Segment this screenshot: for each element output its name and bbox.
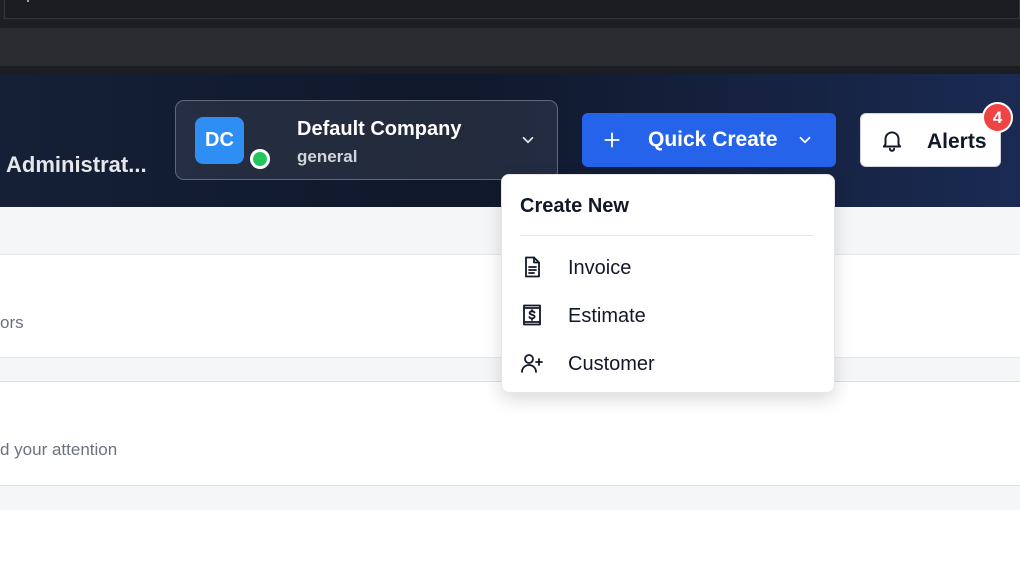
company-switcher[interactable]: DC Default Company general [175, 100, 558, 180]
company-name: Default Company [297, 118, 462, 140]
receipt-dollar-icon [523, 304, 541, 326]
company-subtitle: general [297, 147, 358, 166]
menu-item-label: Estimate [568, 305, 646, 327]
quick-create-button[interactable]: Quick Create [582, 113, 836, 167]
browser-separator [0, 66, 1020, 74]
document-icon [525, 256, 540, 278]
menu-item-invoice[interactable]: Invoice [502, 245, 836, 291]
chevron-down-icon [799, 136, 811, 144]
browser-toolbar [0, 20, 1020, 66]
dropdown-heading: Create New [520, 195, 629, 217]
dropdown-divider [520, 235, 814, 236]
chevron-down-icon [522, 136, 534, 144]
menu-item-estimate[interactable]: Estimate [502, 293, 836, 339]
attention-panel: d your attention [0, 381, 1020, 486]
menu-item-label: Invoice [568, 257, 632, 279]
company-avatar: DC [195, 117, 244, 164]
quick-create-label: Quick Create [648, 128, 778, 151]
bell-icon [882, 131, 902, 152]
user-plus-icon [521, 354, 543, 373]
page-title: Administrat... [6, 152, 147, 177]
browser-tab-strip [0, 0, 1020, 20]
text-caret [27, 0, 29, 2]
panel-text: ors [0, 313, 24, 332]
alerts-count-badge: 4 [982, 102, 1013, 133]
menu-item-label: Customer [568, 353, 655, 375]
panel-text: d your attention [0, 440, 118, 459]
menu-item-customer[interactable]: Customer [502, 341, 836, 387]
content-footer-area [0, 510, 1020, 568]
alerts-label: Alerts [927, 130, 987, 153]
browser-address-bar[interactable] [4, 0, 1020, 19]
plus-icon [604, 132, 620, 148]
alerts-button[interactable]: Alerts [860, 113, 1001, 167]
online-status-dot [250, 149, 270, 169]
quick-create-dropdown: Create New Invoice Estimate Customer [501, 174, 835, 393]
